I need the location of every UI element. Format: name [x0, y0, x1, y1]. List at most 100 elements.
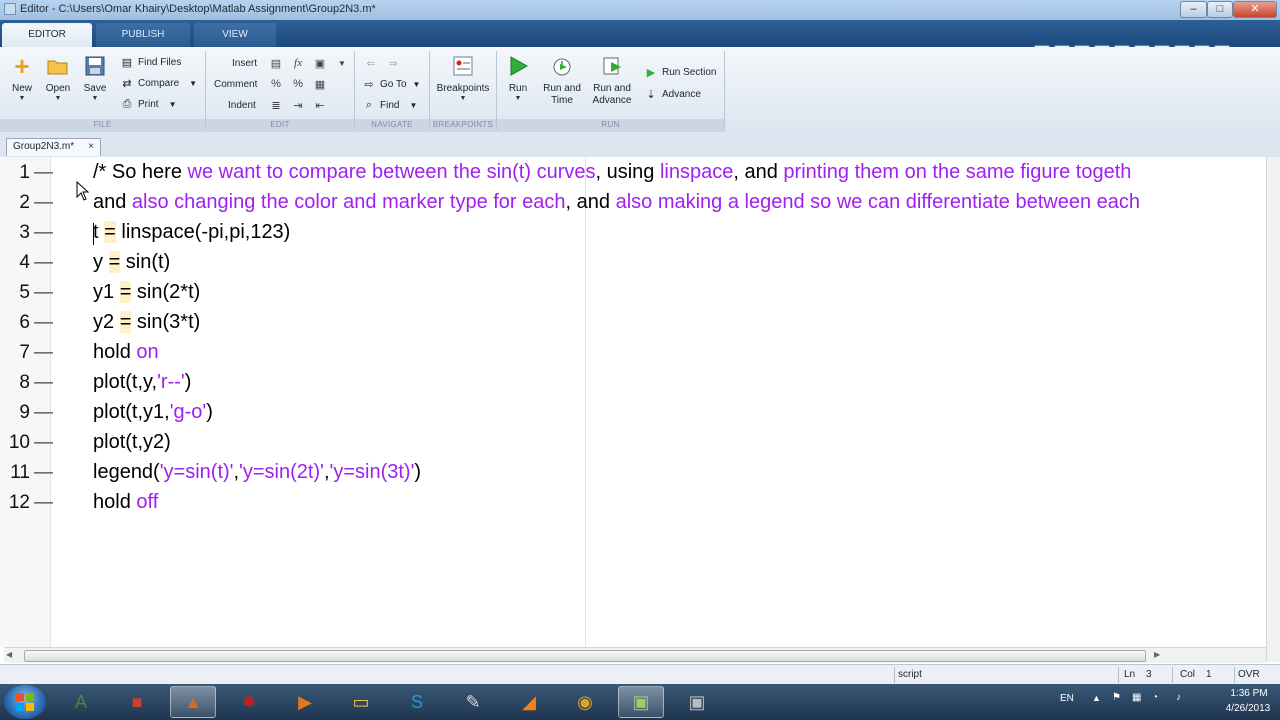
- comment-icon[interactable]: %: [267, 75, 285, 93]
- chrome-icon[interactable]: ◉: [562, 686, 608, 718]
- close-window-button[interactable]: ✕: [1233, 1, 1277, 18]
- breakpoint-marker[interactable]: —: [34, 462, 53, 484]
- decrease-indent-icon[interactable]: ⇤: [311, 96, 329, 114]
- compare-button[interactable]: ⇄ Compare ▼: [120, 74, 197, 92]
- code-text[interactable]: plot(t,y2): [93, 431, 171, 454]
- go-to-button[interactable]: ⇨ Go To ▼: [362, 75, 420, 93]
- advance-button[interactable]: ⇣ Advance: [644, 85, 701, 103]
- breakpoint-marker[interactable]: —: [34, 252, 53, 274]
- start-button[interactable]: [4, 685, 46, 719]
- scroll-left-icon[interactable]: ◀: [6, 650, 12, 659]
- network-icon[interactable]: ▦: [1132, 692, 1141, 703]
- back-icon[interactable]: ⇐: [362, 54, 380, 72]
- breakpoint-marker[interactable]: —: [34, 342, 53, 364]
- code-line[interactable]: 9— plot(t,y1,'g-o'): [0, 398, 1266, 428]
- comment-button[interactable]: Comment: [214, 75, 257, 93]
- code-text[interactable]: legend('y=sin(t)','y=sin(2t)','y=sin(3t)…: [93, 461, 421, 484]
- tools-icon[interactable]: ✎: [450, 686, 496, 718]
- clock-time[interactable]: 1:36 PM: [1224, 688, 1274, 699]
- breakpoint-marker[interactable]: —: [34, 222, 53, 244]
- maximize-button[interactable]: □: [1207, 1, 1233, 18]
- code-line[interactable]: 7— hold on: [0, 338, 1266, 368]
- matlab-icon[interactable]: ▲: [170, 686, 216, 718]
- code-text[interactable]: plot(t,y,'r--'): [93, 371, 191, 394]
- folder-icon[interactable]: ▭: [338, 686, 384, 718]
- show-hidden-icons-icon[interactable]: ▲: [1092, 693, 1101, 703]
- code-text[interactable]: t = linspace(-pi,pi,123): [93, 221, 290, 244]
- insert-button[interactable]: Insert: [232, 54, 257, 72]
- run-button[interactable]: Run ▼: [496, 53, 540, 104]
- breakpoint-marker[interactable]: —: [34, 192, 53, 214]
- code-line[interactable]: 5— y1 = sin(2*t): [0, 278, 1266, 308]
- indent-button[interactable]: Indent: [228, 96, 256, 114]
- code-text[interactable]: /* So here we want to compare between th…: [93, 161, 1131, 184]
- language-indicator[interactable]: EN: [1060, 693, 1074, 704]
- code-line[interactable]: 12— hold off: [0, 488, 1266, 518]
- chevron-down-icon[interactable]: ▼: [333, 54, 351, 72]
- recorder-2-icon[interactable]: ▣: [674, 686, 720, 718]
- insert-cell-icon[interactable]: ▣: [311, 54, 329, 72]
- save-button[interactable]: Save ▼: [73, 53, 117, 104]
- find-button[interactable]: ⌕ Find ▼: [362, 96, 417, 114]
- code-line[interactable]: 8— plot(t,y,'r--'): [0, 368, 1266, 398]
- code-token: ): [414, 461, 422, 483]
- media-player-icon[interactable]: ▶: [282, 686, 328, 718]
- smart-indent-icon[interactable]: ≣: [267, 96, 285, 114]
- floppy-disk-icon: [82, 53, 108, 79]
- code-text[interactable]: y1 = sin(2*t): [93, 281, 200, 304]
- wrap-comments-icon[interactable]: ▦: [311, 75, 329, 93]
- run-and-advance-button[interactable]: Run and Advance: [590, 53, 634, 107]
- code-line[interactable]: 10— plot(t,y2): [0, 428, 1266, 458]
- clock-date[interactable]: 4/26/2013: [1218, 703, 1278, 714]
- recorder-icon[interactable]: ▣: [618, 686, 664, 718]
- code-line[interactable]: 4— y = sin(t): [0, 248, 1266, 278]
- breakpoint-marker[interactable]: —: [34, 372, 53, 394]
- code-line[interactable]: 3— t = linspace(-pi,pi,123): [0, 218, 1266, 248]
- uncomment-icon[interactable]: %: [289, 75, 307, 93]
- scroll-right-icon[interactable]: ▶: [1154, 650, 1160, 659]
- breakpoint-marker[interactable]: —: [34, 402, 53, 424]
- volume-icon[interactable]: ♪: [1176, 692, 1181, 703]
- tab-editor[interactable]: EDITOR: [2, 23, 92, 47]
- code-editor[interactable]: 1—/* So here we want to compare between …: [0, 157, 1266, 647]
- insert-section-icon[interactable]: ▤: [267, 54, 285, 72]
- horizontal-scroll-thumb[interactable]: [24, 650, 1146, 662]
- increase-indent-icon[interactable]: ⇥: [289, 96, 307, 114]
- run-and-time-button[interactable]: Run and Time: [540, 53, 584, 107]
- horizontal-scrollbar[interactable]: ◀ ▶: [4, 647, 1266, 663]
- find-files-button[interactable]: ▤ Find Files: [120, 53, 182, 71]
- breakpoints-button[interactable]: Breakpoints ▼: [434, 53, 492, 104]
- vocabulary-app-icon[interactable]: A: [58, 686, 104, 718]
- code-line[interactable]: 2— and also changing the color and marker…: [0, 188, 1266, 218]
- code-text[interactable]: and also changing the color and marker t…: [93, 191, 1140, 214]
- tab-view[interactable]: VIEW: [194, 23, 276, 47]
- forward-icon[interactable]: ⇒: [384, 54, 402, 72]
- update-icon[interactable]: ◔: [1152, 692, 1158, 703]
- drawing-app-icon[interactable]: ◢: [506, 686, 552, 718]
- vertical-scrollbar[interactable]: [1266, 157, 1280, 662]
- code-line[interactable]: 1— /* So here we want to compare between …: [0, 158, 1266, 188]
- action-center-icon[interactable]: ⚑: [1112, 692, 1121, 703]
- code-text[interactable]: hold on: [93, 341, 159, 364]
- code-text[interactable]: plot(t,y1,'g-o'): [93, 401, 213, 424]
- breakpoint-marker[interactable]: —: [34, 312, 53, 334]
- breakpoint-marker[interactable]: —: [34, 492, 53, 514]
- code-text[interactable]: y2 = sin(3*t): [93, 311, 200, 334]
- close-tab-icon[interactable]: ×: [88, 141, 94, 152]
- office-icon[interactable]: ■: [114, 686, 160, 718]
- burst-app-icon[interactable]: ✸: [226, 686, 272, 718]
- code-line[interactable]: 11— legend('y=sin(t)','y=sin(2t)','y=sin(…: [0, 458, 1266, 488]
- breakpoint-marker[interactable]: —: [34, 162, 53, 184]
- document-tab-group2n3[interactable]: Group2N3.m* ×: [6, 138, 101, 156]
- code-line[interactable]: 6— y2 = sin(3*t): [0, 308, 1266, 338]
- code-text[interactable]: y = sin(t): [93, 251, 170, 274]
- breakpoint-marker[interactable]: —: [34, 282, 53, 304]
- run-section-button[interactable]: ▶ Run Section: [644, 63, 717, 81]
- minimize-button[interactable]: –: [1180, 1, 1207, 18]
- print-button[interactable]: ⎙ Print ▼: [120, 95, 177, 113]
- skype-icon[interactable]: S: [394, 686, 440, 718]
- code-text[interactable]: hold off: [93, 491, 158, 514]
- tab-publish[interactable]: PUBLISH: [96, 23, 190, 47]
- function-icon[interactable]: fx: [289, 54, 307, 72]
- breakpoint-marker[interactable]: —: [34, 432, 53, 454]
